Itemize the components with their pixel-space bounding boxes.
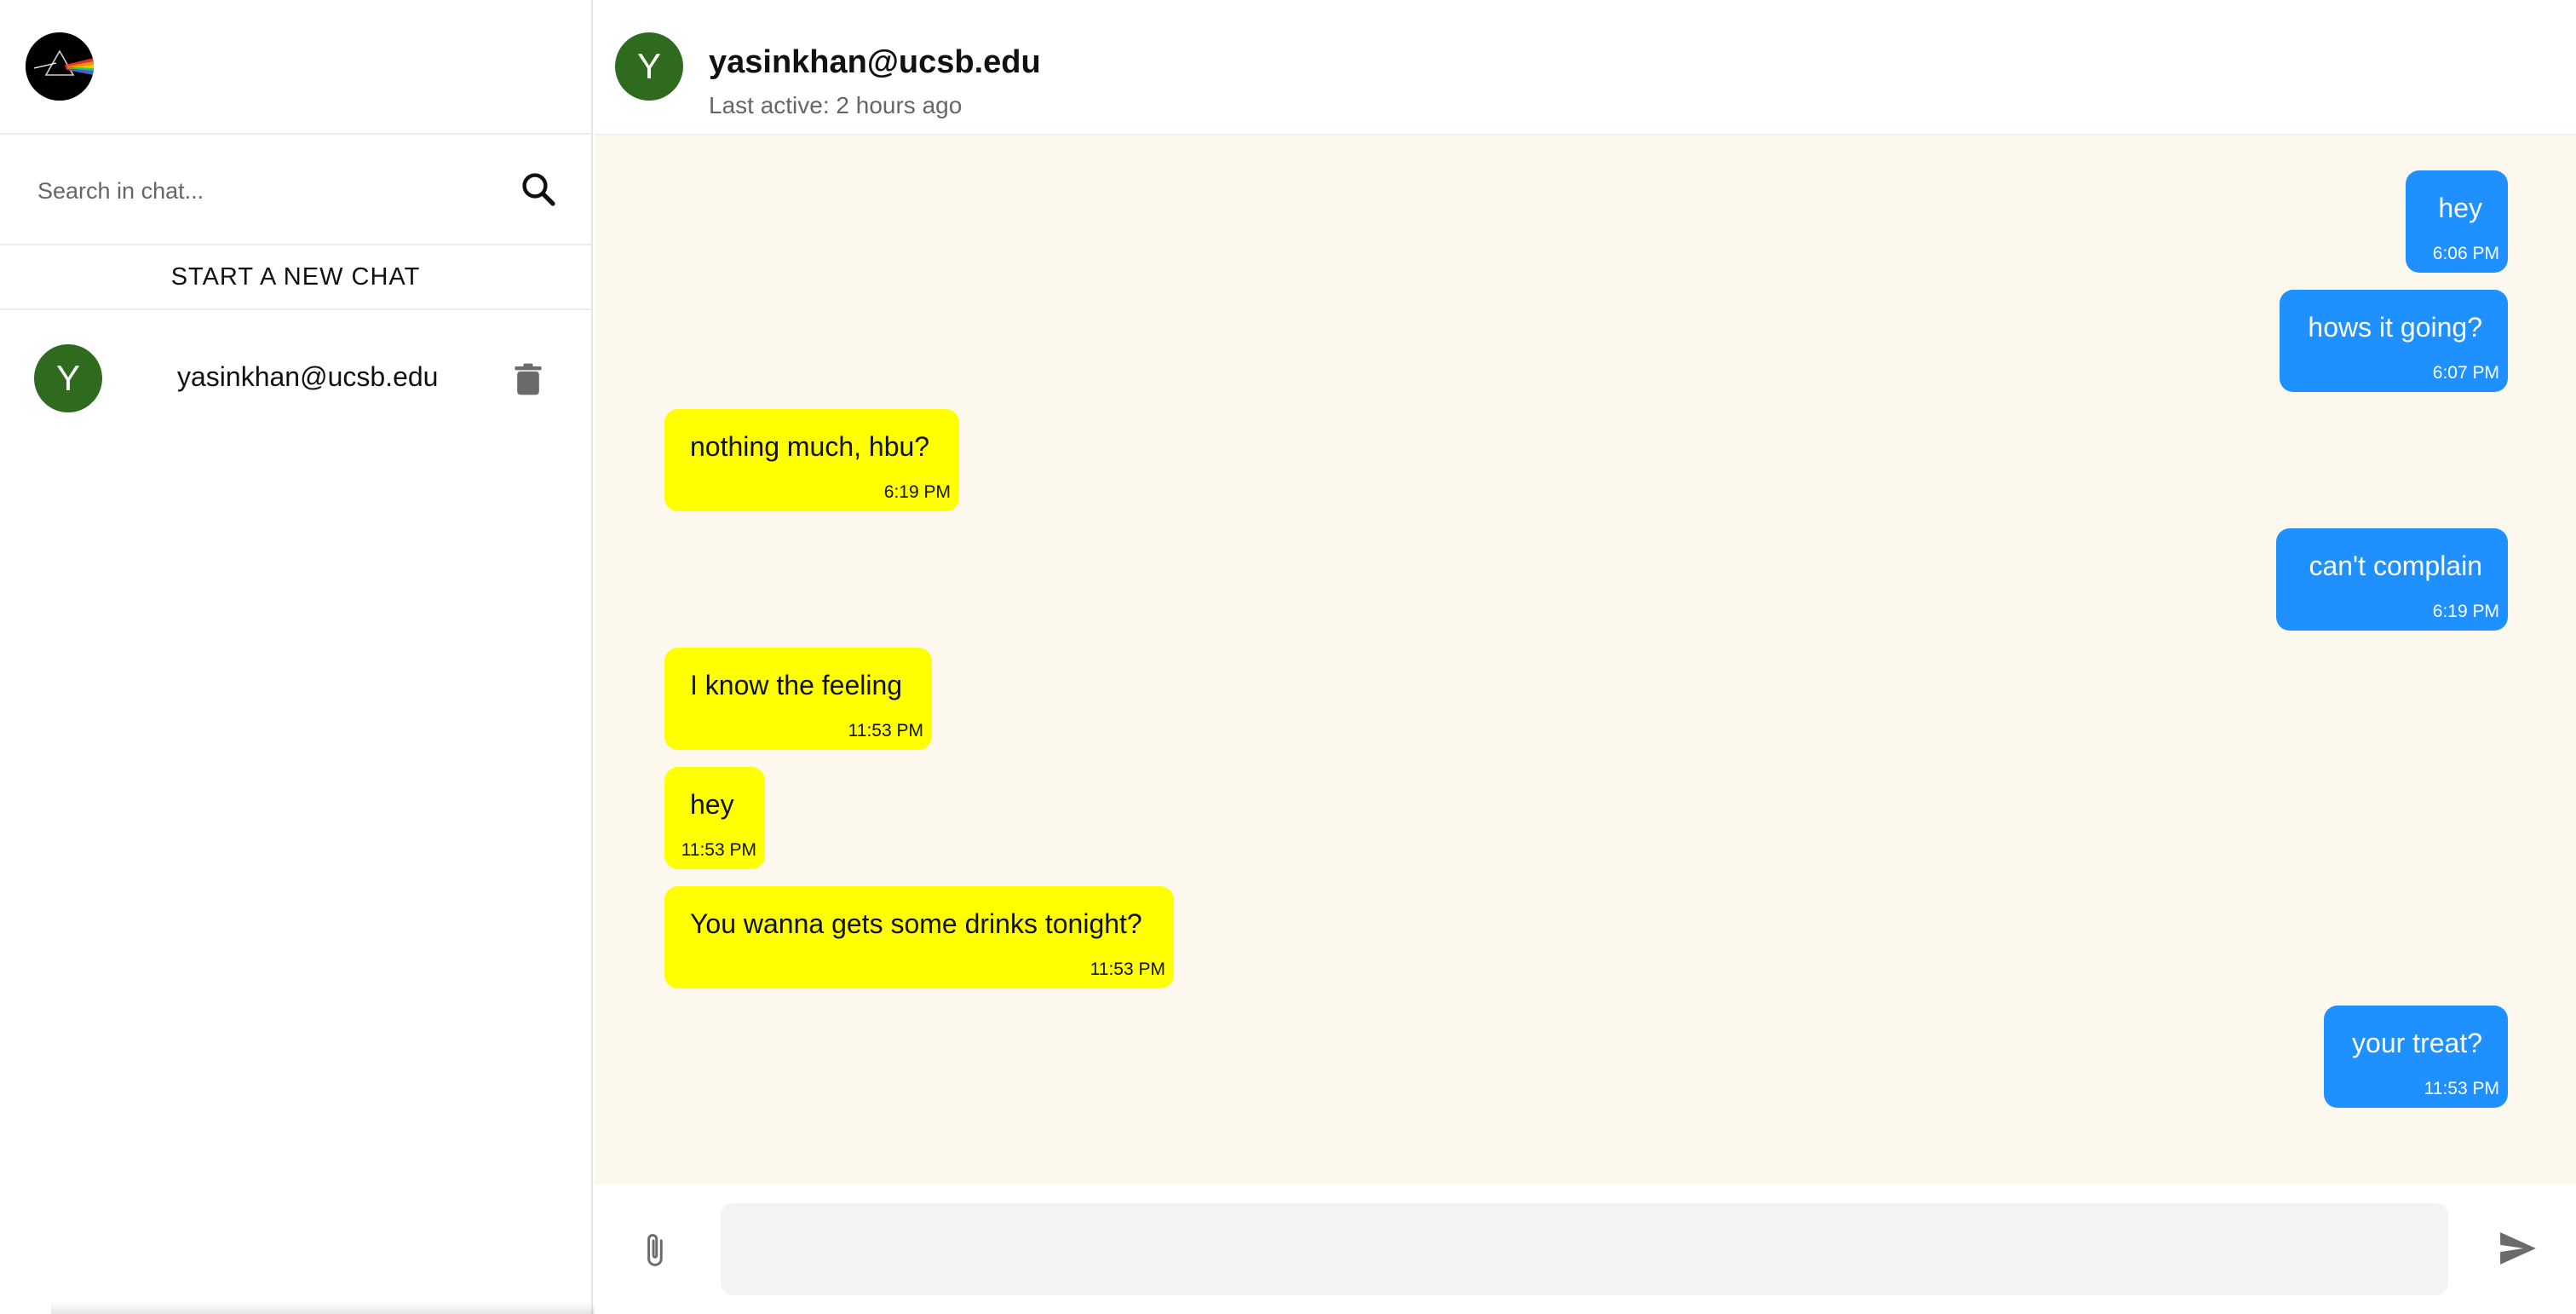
last-active-status: Last active: 2 hours ago (709, 92, 963, 118)
message-time: 6:19 PM (883, 482, 951, 502)
message-bubble-incoming: nothing much, hbu? 6:19 PM (664, 409, 959, 511)
sidebar: START A NEW CHAT Y yasinkhan@ucsb.edu (0, 0, 596, 1314)
message-text: I know the feeling (690, 670, 903, 700)
paperclip-icon[interactable] (635, 1229, 673, 1271)
trash-icon[interactable] (509, 360, 547, 399)
message-text: your treat? (2352, 1028, 2482, 1058)
message-input[interactable] (721, 1203, 2448, 1295)
chat-panel: Y yasinkhan@ucsb.edu Last active: 2 hour… (595, 0, 2576, 1314)
sidebar-header (0, 0, 591, 135)
message-bubble-incoming: I know the feeling 11:53 PM (664, 648, 932, 750)
avatar: Y (34, 344, 102, 412)
message-bubble-outgoing: hows it going? 6:07 PM (2280, 290, 2508, 392)
message-bubble-outgoing: can't complain 6:19 PM (2276, 528, 2508, 631)
message-time: 11:53 PM (2424, 1079, 2499, 1098)
start-new-chat-button[interactable]: START A NEW CHAT (0, 245, 591, 310)
send-icon[interactable] (2496, 1229, 2540, 1268)
message-list: hey 6:06 PM hows it going? 6:07 PM nothi… (595, 135, 2576, 1184)
chat-list-item[interactable]: Y yasinkhan@ucsb.edu (0, 310, 591, 447)
message-bubble-incoming: You wanna gets some drinks tonight? 11:5… (664, 886, 1174, 988)
message-text: hey (2438, 193, 2482, 223)
search-icon[interactable] (518, 169, 559, 210)
message-time: 6:07 PM (2432, 363, 2499, 383)
message-time: 11:53 PM (848, 721, 923, 741)
message-text: You wanna gets some drinks tonight? (690, 908, 1142, 939)
contact-name: yasinkhan@ucsb.edu (709, 44, 1041, 80)
message-bubble-outgoing: hey 6:06 PM (2406, 170, 2508, 273)
sidebar-shadow (51, 1302, 596, 1314)
message-time: 11:53 PM (681, 840, 756, 860)
message-time: 6:06 PM (2432, 244, 2499, 263)
message-time: 11:53 PM (1090, 960, 1165, 979)
message-text: nothing much, hbu? (690, 431, 930, 462)
message-composer (595, 1184, 2576, 1314)
message-text: hey (690, 789, 734, 820)
message-bubble-incoming: hey 11:53 PM (664, 767, 765, 869)
message-text: hows it going? (2308, 312, 2482, 343)
contact-avatar: Y (615, 32, 683, 101)
message-time: 6:19 PM (2432, 602, 2499, 621)
search-input[interactable] (36, 162, 482, 220)
message-text: can't complain (2309, 550, 2482, 581)
message-bubble-outgoing: your treat? 11:53 PM (2324, 1006, 2508, 1108)
chat-header: Y yasinkhan@ucsb.edu Last active: 2 hour… (595, 0, 2576, 135)
prism-logo-icon[interactable] (26, 32, 94, 101)
chat-item-name: yasinkhan@ucsb.edu (177, 361, 439, 392)
search-bar (0, 135, 591, 245)
